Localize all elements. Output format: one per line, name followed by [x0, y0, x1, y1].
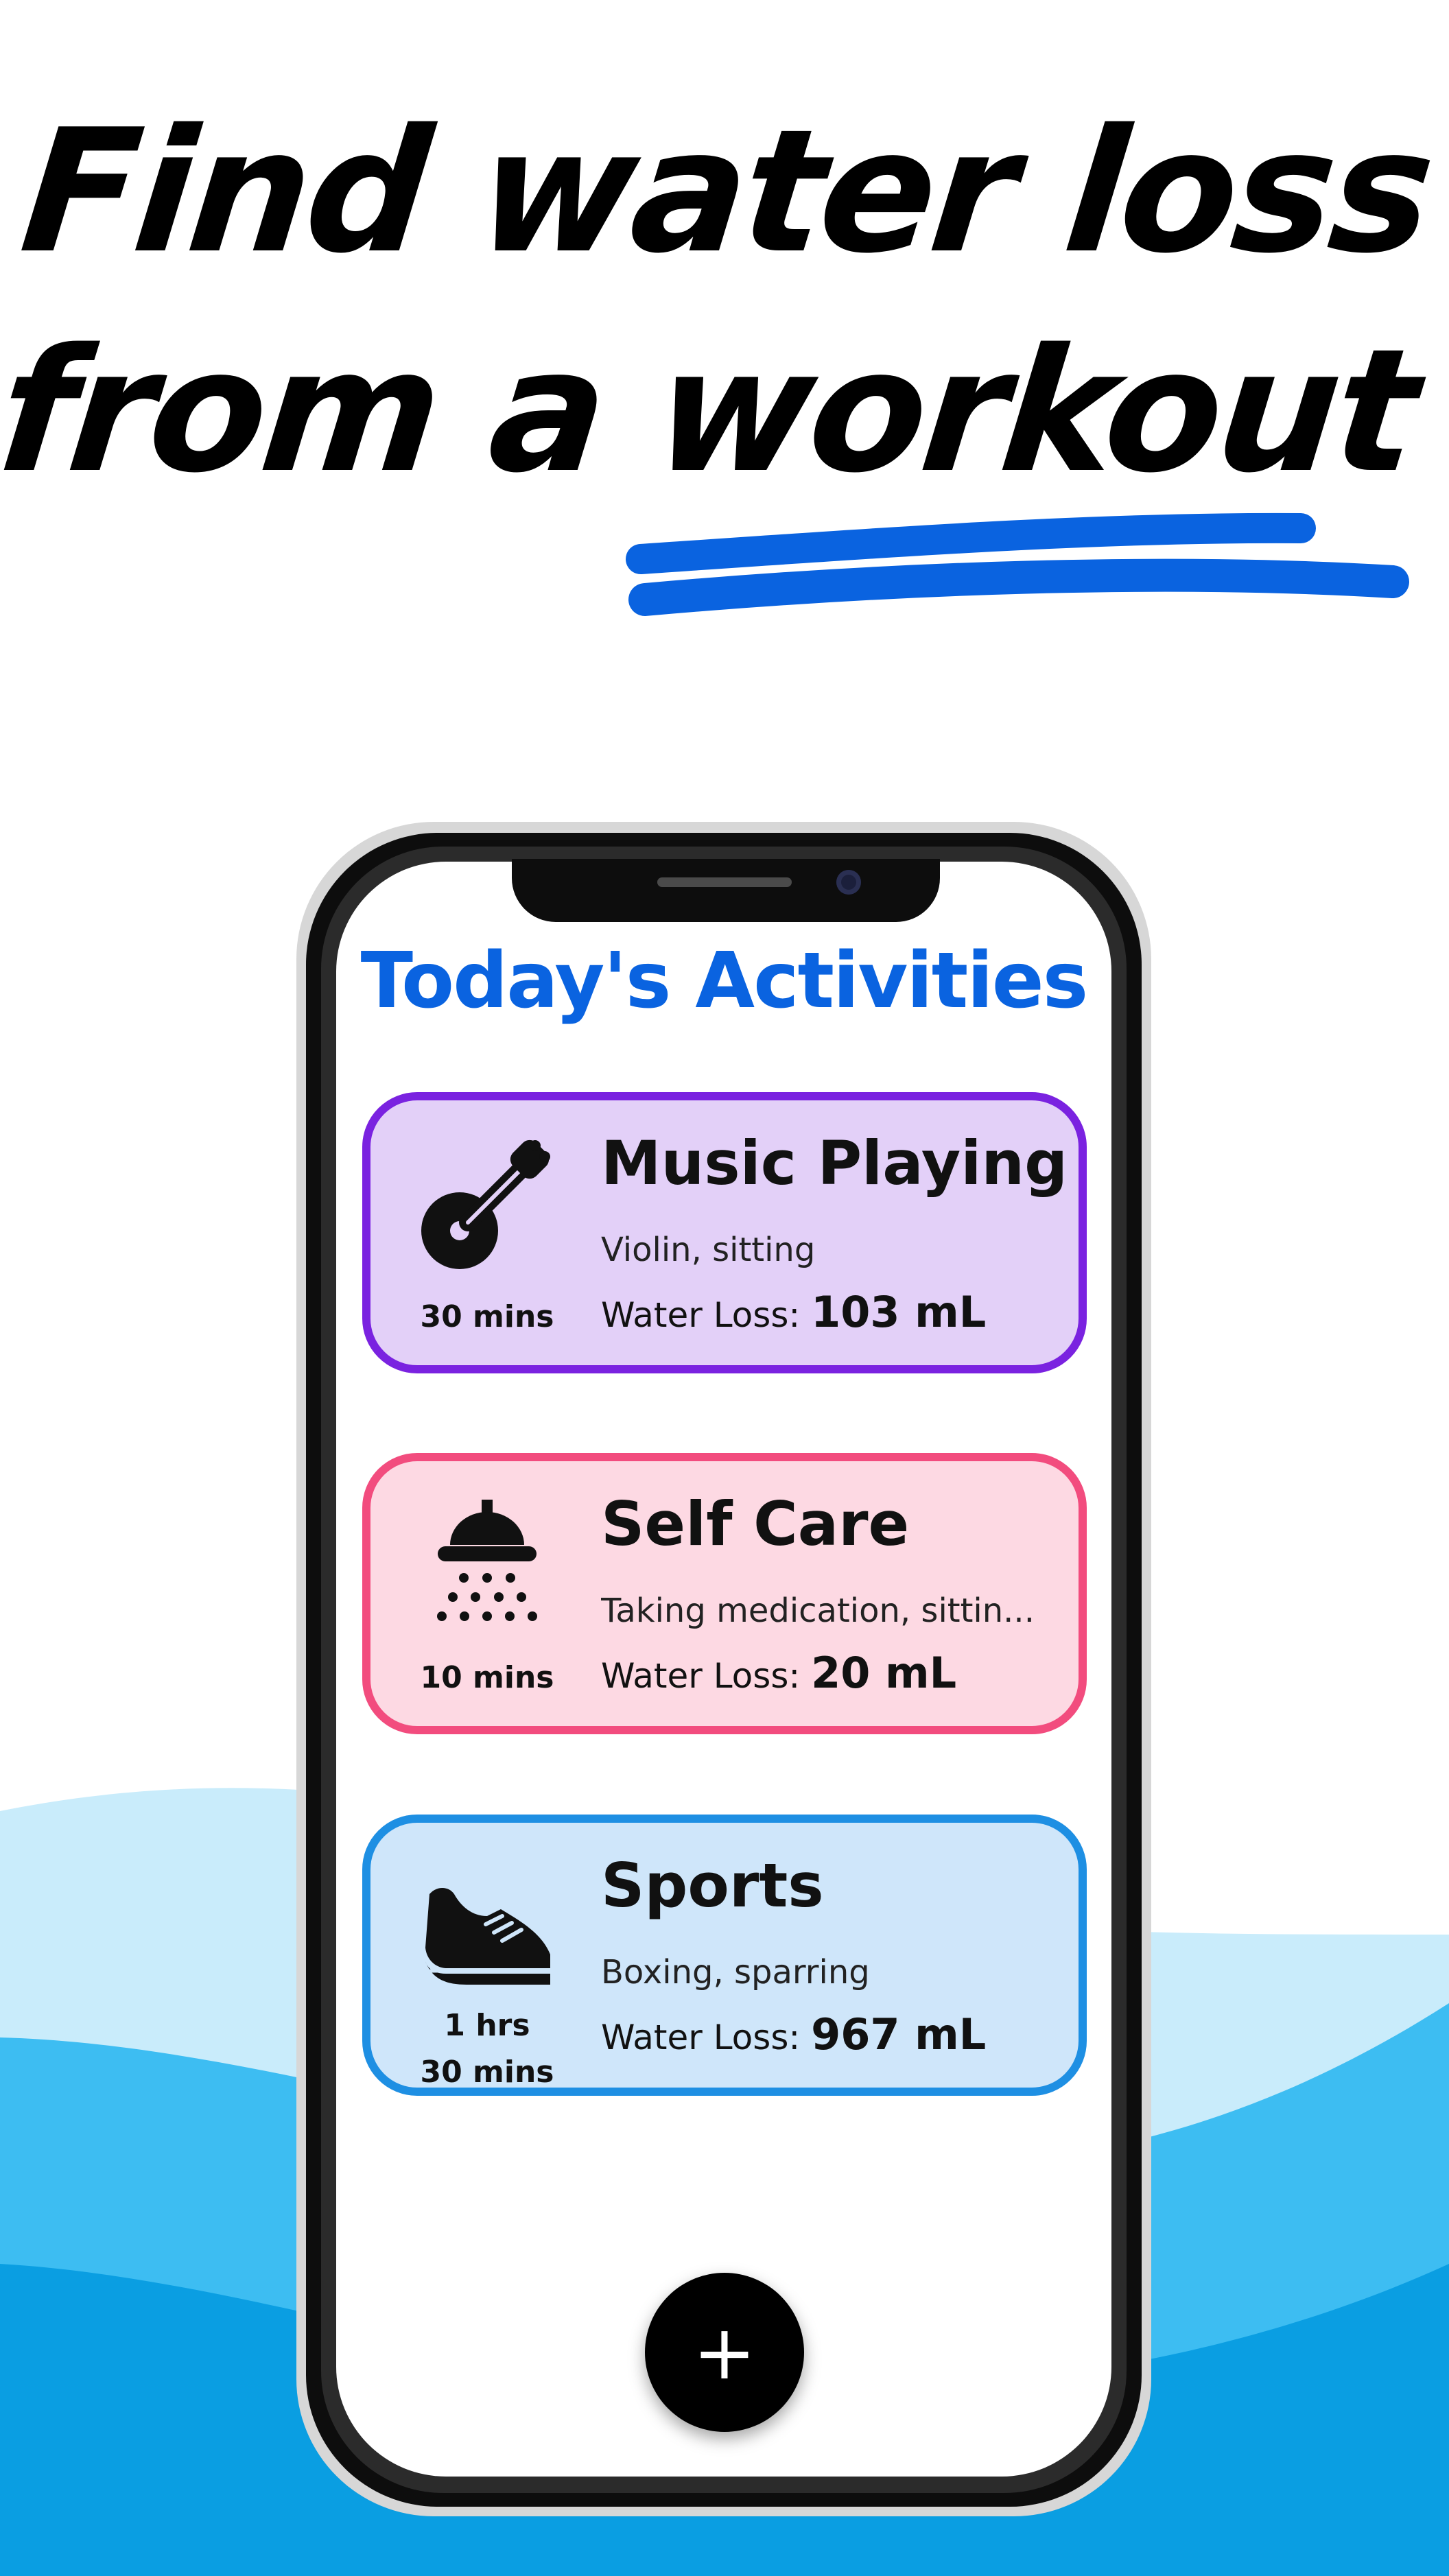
add-activity-button[interactable]: + [645, 2273, 804, 2432]
activity-card-sports[interactable]: 1 hrs 30 mins Sports Boxing, sparring Wa… [362, 1815, 1087, 2096]
activity-card-music-playing[interactable]: 30 mins Music Playing Violin, sitting Wa… [362, 1092, 1087, 1373]
activity-name: Music Playing [601, 1128, 1068, 1198]
water-loss: Water Loss: 20 mL [601, 1648, 956, 1698]
water-loss-value: 967 mL [811, 2009, 987, 2059]
front-camera [836, 870, 861, 895]
water-loss: Water Loss: 967 mL [601, 2009, 986, 2059]
activity-description: Violin, sitting [601, 1231, 816, 1269]
water-loss-label: Water Loss: [601, 1656, 801, 1696]
activity-description: Taking medication, sittin... [601, 1592, 1035, 1630]
violin-icon [421, 1139, 550, 1269]
water-loss-value: 103 mL [811, 1287, 987, 1337]
page-title: Today's Activities [360, 936, 1089, 1026]
underline-brush-stroke [626, 512, 1409, 616]
phone-speaker [657, 877, 792, 887]
water-loss-value: 20 mL [811, 1648, 957, 1698]
activity-card-self-care[interactable]: 10 mins Self Care Taking medication, sit… [362, 1453, 1087, 1734]
activity-description: Boxing, sparring [601, 1953, 870, 1992]
activity-name: Self Care [601, 1489, 910, 1559]
plus-icon: + [692, 2308, 757, 2396]
water-loss-label: Water Loss: [601, 1295, 801, 1335]
sneaker-icon [424, 1888, 550, 1985]
activity-duration-hours: 1 hrs [444, 2008, 530, 2043]
activity-duration: 30 mins [420, 1299, 554, 1334]
water-loss: Water Loss: 103 mL [601, 1287, 986, 1337]
water-loss-label: Water Loss: [601, 2018, 801, 2057]
activity-duration: 1 hrs 30 mins [398, 2002, 576, 2096]
phone-notch [512, 859, 940, 922]
shower-icon [437, 1500, 537, 1621]
activity-duration-minutes: 30 mins [420, 2055, 554, 2090]
activity-name: Sports [601, 1850, 824, 1921]
activity-duration: 10 mins [420, 1660, 554, 1695]
